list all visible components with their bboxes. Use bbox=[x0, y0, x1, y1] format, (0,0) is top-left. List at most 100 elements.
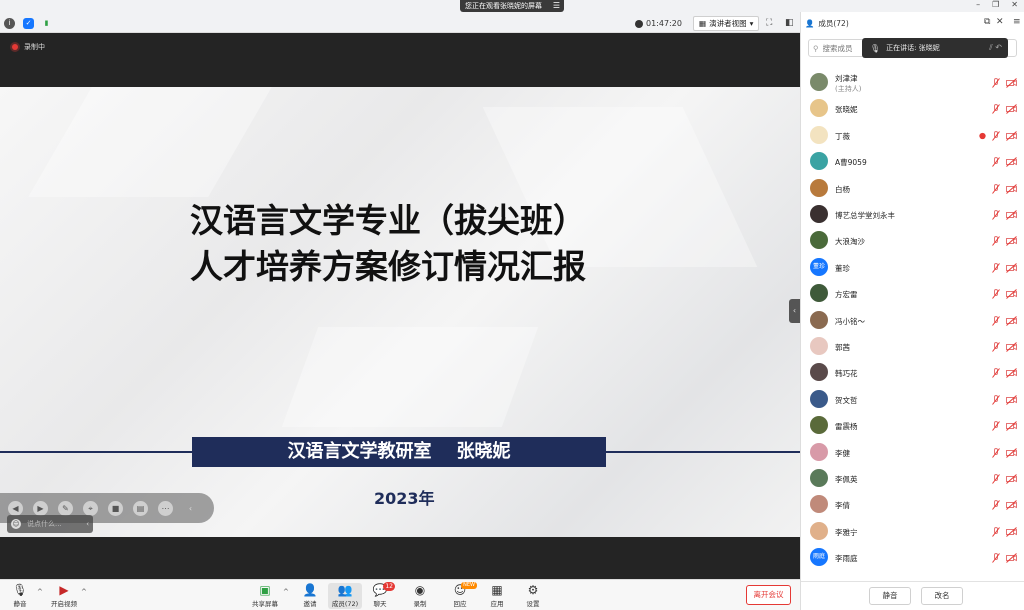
participant-row[interactable]: 大浪淘沙 bbox=[801, 228, 1024, 254]
participant-row[interactable]: 李佩英 bbox=[801, 466, 1024, 492]
restore-icon[interactable]: ❐ bbox=[992, 0, 999, 12]
camera-off-icon[interactable] bbox=[1006, 236, 1017, 247]
mic-muted-icon[interactable] bbox=[992, 210, 1000, 220]
mic-muted-icon[interactable] bbox=[992, 553, 1000, 563]
camera-off-icon[interactable] bbox=[1006, 289, 1017, 300]
mic-muted-icon[interactable] bbox=[992, 157, 1000, 167]
mic-muted-icon[interactable] bbox=[992, 130, 1000, 141]
camera-off-icon[interactable] bbox=[1006, 183, 1017, 194]
camera-off-icon[interactable] bbox=[1006, 342, 1017, 352]
participant-row[interactable]: 冯小铭～ bbox=[801, 308, 1024, 334]
mic-muted-icon[interactable] bbox=[992, 289, 1000, 299]
chat-quick-input[interactable]: ☺ 说点什么... ‹ bbox=[7, 515, 93, 533]
camera-off-icon[interactable] bbox=[1006, 500, 1017, 511]
participant-row[interactable]: A曹9059 bbox=[801, 149, 1024, 175]
camera-off-icon[interactable] bbox=[1006, 368, 1017, 379]
mic-muted-icon[interactable] bbox=[992, 474, 1000, 484]
camera-off-icon[interactable] bbox=[1006, 210, 1017, 220]
scan-icon[interactable]: ⌖ bbox=[83, 500, 98, 516]
fullscreen-icon[interactable]: ⛶ bbox=[766, 18, 772, 28]
leave-meeting-button[interactable]: 离开会议 bbox=[746, 585, 791, 605]
collapse-panel-tab[interactable]: ‹ bbox=[789, 299, 800, 323]
participant-row[interactable]: 张晓妮 bbox=[801, 96, 1024, 122]
chevron-up-icon[interactable]: ^ bbox=[81, 588, 87, 596]
mute-all-button[interactable]: 静音 bbox=[869, 587, 911, 605]
search-input[interactable] bbox=[822, 43, 863, 53]
mic-muted-icon[interactable] bbox=[992, 262, 1000, 273]
start-video-button[interactable]: ▶ 开启视频 bbox=[47, 583, 81, 609]
pen-icon[interactable]: ✎ bbox=[58, 500, 73, 516]
participant-row[interactable]: 丁薇 bbox=[801, 123, 1024, 149]
mic-muted-icon[interactable] bbox=[992, 394, 1000, 405]
mic-muted-icon[interactable] bbox=[992, 500, 1000, 511]
camera-off-icon[interactable] bbox=[1006, 157, 1017, 168]
mute-button[interactable]: 🎙 静音 bbox=[3, 583, 37, 609]
mic-muted-icon[interactable] bbox=[992, 236, 1000, 247]
mic-muted-icon[interactable] bbox=[992, 526, 1000, 537]
chevron-left-icon[interactable]: ‹ bbox=[183, 501, 198, 516]
mic-muted-icon[interactable] bbox=[992, 421, 1000, 431]
comment-icon[interactable]: ▤ bbox=[133, 500, 148, 516]
camera-off-icon[interactable] bbox=[1006, 553, 1017, 564]
next-slide-icon[interactable]: ▶ bbox=[33, 500, 48, 516]
chevron-up-icon[interactable]: ^ bbox=[283, 588, 289, 596]
mic-muted-icon[interactable] bbox=[992, 368, 1000, 379]
mic-muted-icon[interactable] bbox=[992, 104, 1000, 115]
chevron-left-icon[interactable]: ‹ bbox=[86, 520, 89, 528]
participant-row[interactable]: 董珍 董珍 bbox=[801, 255, 1024, 281]
reactions-button[interactable]: ☺ 回应 NEW bbox=[443, 582, 477, 609]
more-menu-icon[interactable]: ≡ bbox=[1013, 17, 1021, 27]
participant-list[interactable]: 刘津津 (主持人) 张晓妮 丁薇 A曹9059 白杨 博艺总学堂刘永丰 大浪淘沙 董珍 董珍 方宏雷… bbox=[801, 66, 1024, 578]
mic-muted-icon[interactable] bbox=[992, 315, 1000, 326]
camera-off-icon[interactable] bbox=[1006, 104, 1017, 115]
layout-icon[interactable]: ◧ bbox=[785, 18, 794, 28]
participant-row[interactable]: 郭茜 bbox=[801, 334, 1024, 360]
participant-row[interactable]: 雷震杨 bbox=[801, 413, 1024, 439]
camera-off-icon[interactable] bbox=[1006, 421, 1017, 432]
camera-off-icon[interactable] bbox=[1006, 526, 1017, 537]
info-icon[interactable]: i bbox=[4, 18, 15, 29]
camera-off-icon[interactable] bbox=[1006, 262, 1017, 273]
mic-muted-icon[interactable] bbox=[992, 342, 1000, 352]
camera-off-icon[interactable] bbox=[1006, 394, 1017, 405]
participant-row[interactable]: 贺文哲 bbox=[801, 387, 1024, 413]
participant-row[interactable]: 刘津津 (主持人) bbox=[801, 70, 1024, 96]
apps-button[interactable]: ▦ 应用 bbox=[480, 583, 514, 609]
record-button[interactable]: ◉ 录制 bbox=[403, 583, 437, 609]
close-icon[interactable]: ✕ bbox=[996, 17, 1004, 27]
close-icon[interactable]: ✕ bbox=[1011, 0, 1018, 12]
camera-off-icon[interactable] bbox=[1006, 447, 1017, 458]
minimize-icon[interactable]: – bbox=[976, 0, 980, 12]
mic-muted-icon[interactable] bbox=[992, 78, 1000, 88]
share-banner[interactable]: 您正在观看张晓妮的屏幕 ☰ bbox=[460, 0, 564, 12]
shield-icon[interactable]: ✓ bbox=[23, 18, 34, 29]
camera-off-icon[interactable] bbox=[1006, 130, 1017, 141]
mic-muted-icon[interactable] bbox=[992, 183, 1000, 194]
participant-row[interactable]: 李雅宁 bbox=[801, 519, 1024, 545]
camera-off-icon[interactable] bbox=[1006, 474, 1017, 484]
participant-row[interactable]: 方宏雷 bbox=[801, 281, 1024, 307]
camera-off-icon[interactable] bbox=[1006, 78, 1017, 88]
view-mode-select[interactable]: ▦ 演讲者视图 ▾ bbox=[693, 16, 760, 31]
chat-button[interactable]: 💬 聊天 12 bbox=[363, 582, 397, 609]
mic-muted-icon[interactable] bbox=[992, 447, 1000, 458]
camera-off-icon[interactable] bbox=[1006, 315, 1017, 326]
participant-row[interactable]: 韩巧花 bbox=[801, 360, 1024, 386]
menu-icon[interactable]: ☰ bbox=[553, 0, 560, 12]
more-icon[interactable]: ⋯ bbox=[158, 500, 173, 516]
invite-button[interactable]: 👤 邀请 bbox=[293, 583, 327, 609]
participant-row[interactable]: 博艺总学堂刘永丰 bbox=[801, 202, 1024, 228]
camera-icon[interactable]: ■ bbox=[108, 500, 123, 516]
popout-icon[interactable]: ⧉ bbox=[984, 17, 990, 27]
signal-icon[interactable]: ▮ bbox=[41, 18, 52, 29]
settings-button[interactable]: ⚙ 设置 bbox=[516, 583, 550, 609]
share-screen-button[interactable]: ▣ 共享屏幕 bbox=[248, 583, 282, 609]
previous-slide-icon[interactable]: ◀ bbox=[8, 500, 23, 516]
participant-row[interactable]: 李倩 bbox=[801, 492, 1024, 518]
chevron-up-icon[interactable]: ^ bbox=[37, 588, 43, 596]
rename-button[interactable]: 改名 bbox=[921, 587, 963, 605]
members-button[interactable]: 👥 成员(72) bbox=[328, 583, 362, 609]
participant-row[interactable]: 李健 bbox=[801, 440, 1024, 466]
emoji-icon[interactable]: ☺ bbox=[11, 519, 21, 529]
participant-row[interactable]: 雨庭 李雨庭 bbox=[801, 545, 1024, 571]
